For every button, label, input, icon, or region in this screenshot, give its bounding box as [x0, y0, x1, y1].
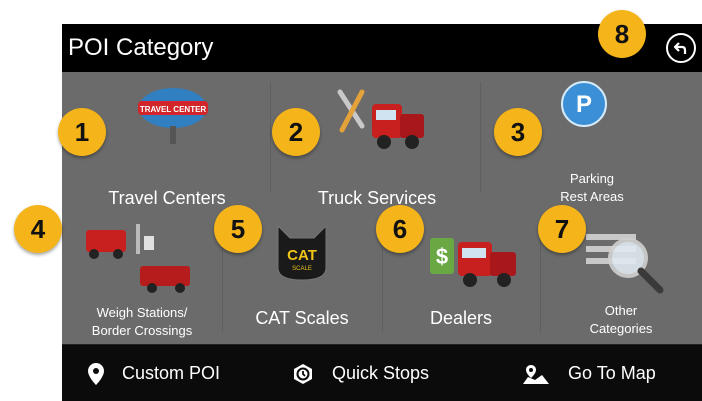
- tile-label-line: Border Crossings: [91, 323, 193, 338]
- tile-label: Other Categories: [540, 302, 702, 338]
- custom-poi-button[interactable]: Custom POI: [88, 345, 220, 401]
- tile-label-line: Categories: [589, 321, 653, 336]
- map-pin-icon: [88, 362, 104, 385]
- parking-icon-letter: P: [576, 91, 592, 118]
- tile-label: Truck Services: [317, 188, 437, 208]
- map-icon: [522, 363, 550, 385]
- callout-badge: 2: [272, 108, 320, 156]
- bottom-bar-label: Quick Stops: [332, 363, 430, 383]
- bottom-bar: Custom POI Quick Stops Go To Map: [62, 344, 702, 401]
- back-arrow-icon: [673, 42, 687, 54]
- cat-scale-icon: CAT SCALE: [277, 224, 327, 281]
- dealer-dollar-sign: $: [436, 244, 448, 269]
- page-title: POI Category: [68, 34, 214, 61]
- tile-label-line: Rest Areas: [560, 189, 624, 204]
- bottom-bar-label: Custom POI: [122, 363, 221, 383]
- callout-badge: 4: [14, 205, 62, 253]
- callout-badge: 3: [494, 108, 542, 156]
- travel-center-sign-text: TRAVEL CENTER: [140, 105, 207, 114]
- cat-icon-subtext: SCALE: [292, 266, 312, 272]
- tile-label-line: Parking: [569, 171, 615, 186]
- callout-badge: 8: [598, 10, 646, 58]
- quick-stops-button[interactable]: Quick Stops: [292, 345, 429, 401]
- back-button[interactable]: [666, 33, 696, 63]
- bottom-bar-label: Go To Map: [568, 363, 656, 383]
- tile-label: CAT Scales: [255, 308, 349, 328]
- cat-icon-text: CAT: [287, 247, 317, 264]
- callout-badge: 1: [58, 108, 106, 156]
- callout-badge: 6: [376, 205, 424, 253]
- tile-weigh-stations[interactable]: Weigh Stations/ Border Crossings: [62, 212, 222, 344]
- tile-label: Dealers: [429, 308, 493, 328]
- go-to-map-button[interactable]: Go To Map: [522, 345, 656, 401]
- weigh-station-icon: [86, 224, 190, 293]
- dealers-icon: $: [430, 238, 516, 287]
- category-grid: TRAVEL CENTER Travel Centers Truck Servi…: [62, 72, 702, 344]
- tile-label: Weigh Stations/ Border Crossings: [62, 304, 222, 340]
- callout-badge: 7: [538, 205, 586, 253]
- tile-label-line: Weigh Stations/: [96, 305, 188, 320]
- callout-badge: 5: [214, 205, 262, 253]
- tile-label-line: Other: [604, 303, 638, 318]
- tile-label: Parking Rest Areas: [482, 170, 702, 206]
- parking-icon: P: [561, 81, 607, 127]
- truck-services-icon: [337, 89, 424, 149]
- travel-center-icon: TRAVEL CENTER: [138, 88, 208, 144]
- magnifier-list-icon: [586, 234, 664, 294]
- quick-stops-icon: [292, 363, 314, 385]
